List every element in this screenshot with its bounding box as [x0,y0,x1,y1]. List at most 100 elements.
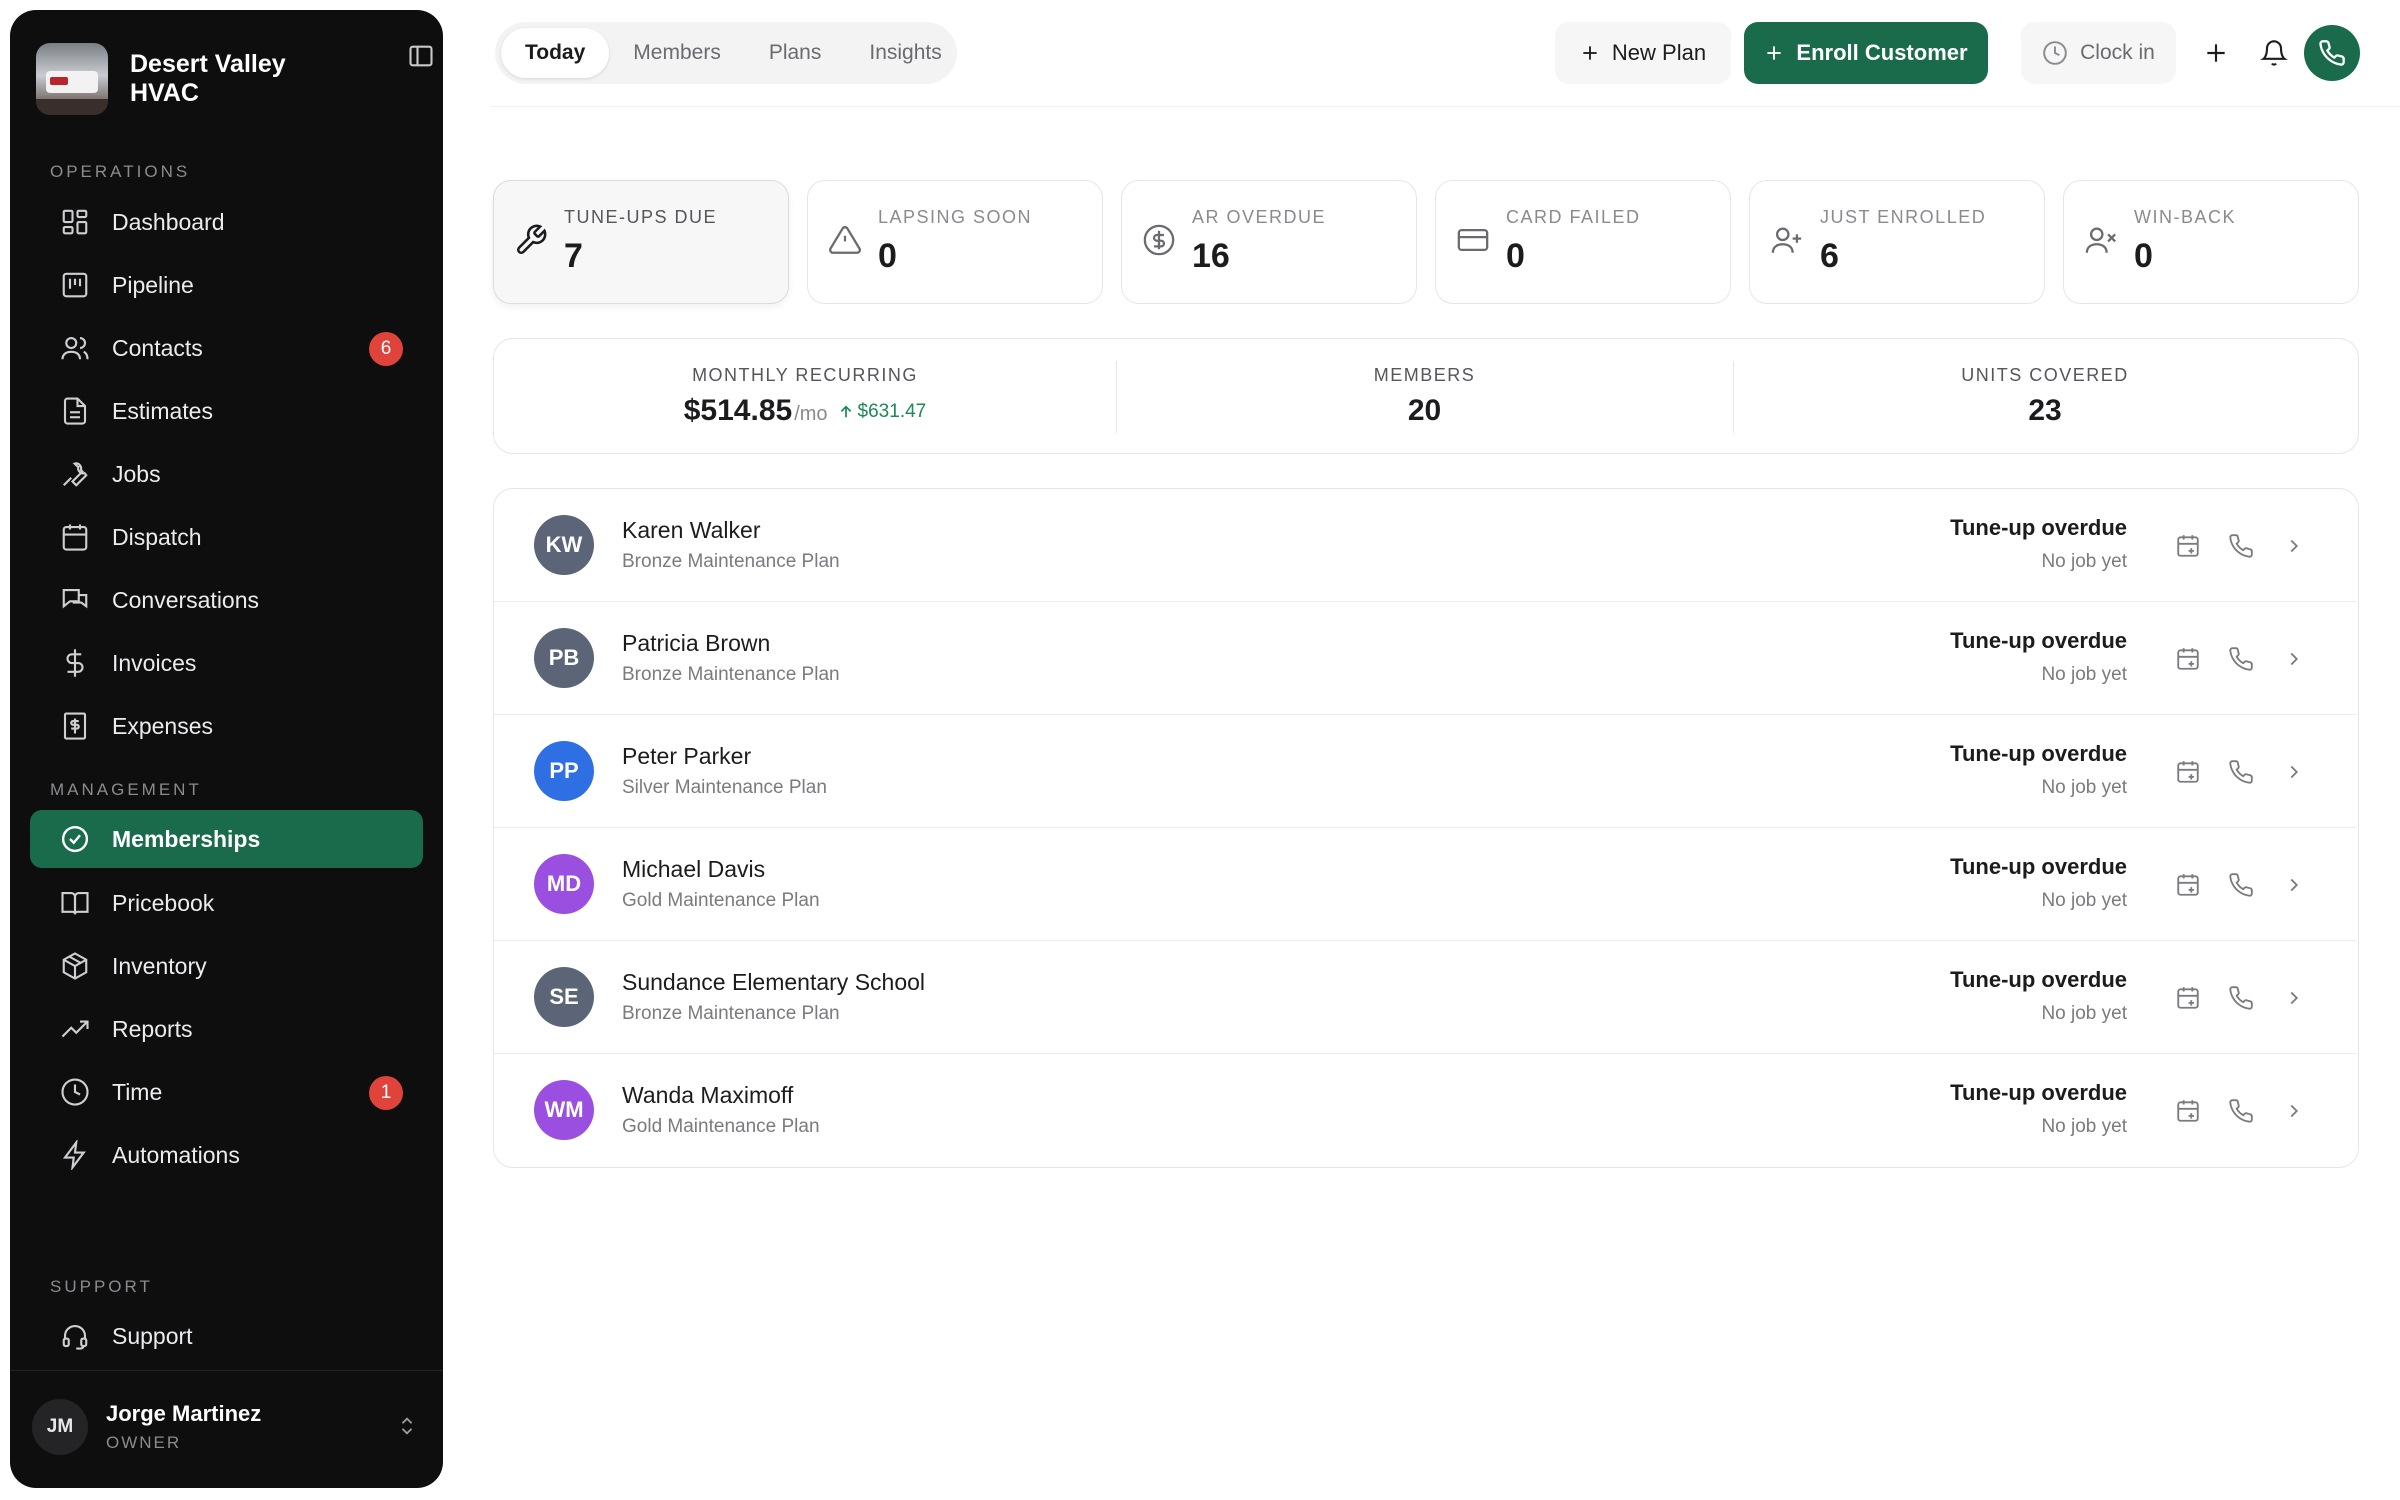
schedule-button[interactable] [2171,868,2205,902]
sidebar-item-contacts[interactable]: Contacts 6 [30,319,423,377]
call-button[interactable] [2224,642,2258,676]
schedule-button[interactable] [2171,755,2205,789]
calendar-plus-icon [2175,646,2201,672]
tab-members[interactable]: Members [609,28,745,78]
clock-in-button[interactable]: Clock in [2021,22,2176,84]
member-name: Patricia Brown [622,630,771,656]
section-label-operations: OPERATIONS [50,162,191,181]
status-subtext: No job yet [2041,664,2127,685]
sidebar-item-label: Invoices [112,649,197,676]
sidebar-item-label: Expenses [112,712,214,739]
list-item[interactable]: KW Karen Walker Bronze Maintenance Plan … [494,489,2357,602]
sidebar-toggle-icon[interactable] [407,42,435,70]
sidebar-item-invoices[interactable]: Invoices [30,634,423,692]
chevron-right-icon [2283,761,2305,783]
schedule-button[interactable] [2171,529,2205,563]
open-member-button[interactable] [2277,755,2311,789]
member-status: Tune-up overdue No job yet [1950,628,2127,686]
stat-card-lapsing-soon[interactable]: LAPSING SOON 0 [807,180,1103,304]
open-member-button[interactable] [2277,1094,2311,1128]
list-item[interactable]: WM Wanda Maximoff Gold Maintenance Plan … [494,1054,2357,1167]
calendar-plus-icon [2175,872,2201,898]
list-item[interactable]: PB Patricia Brown Bronze Maintenance Pla… [494,602,2357,715]
stat-value: 0 [2134,237,2153,275]
status-subtext: No job yet [2041,1116,2127,1137]
sidebar-item-reports[interactable]: Reports [30,1000,423,1058]
sidebar-item-jobs[interactable]: Jobs [30,445,423,503]
sidebar-item-pipeline[interactable]: Pipeline [30,256,423,314]
chevron-right-icon [2283,1100,2305,1122]
member-plan: Silver Maintenance Plan [622,777,827,798]
phone-icon [2228,872,2254,898]
chevron-right-icon [2283,535,2305,557]
plus-icon [1580,43,1600,63]
open-member-button[interactable] [2277,868,2311,902]
member-status: Tune-up overdue No job yet [1950,515,2127,573]
stat-card-just-enrolled[interactable]: JUST ENROLLED 6 [1749,180,2045,304]
stat-value: 0 [1506,237,1525,275]
call-button[interactable] [2224,529,2258,563]
receipt-icon [60,711,90,741]
new-plan-button[interactable]: New Plan [1555,22,1731,84]
tab-today[interactable]: Today [501,28,610,78]
sidebar-item-inventory[interactable]: Inventory [30,937,423,995]
brand-logo [36,43,108,115]
status-text: Tune-up overdue [1950,628,2127,653]
schedule-button[interactable] [2171,981,2205,1015]
sidebar-item-support[interactable]: Support [30,1307,423,1365]
avatar: MD [534,854,594,914]
list-item[interactable]: MD Michael Davis Gold Maintenance Plan T… [494,828,2357,941]
sidebar-item-expenses[interactable]: Expenses [30,697,423,755]
sidebar-item-dashboard[interactable]: Dashboard [30,193,423,251]
sidebar-item-label: Inventory [112,952,207,979]
tab-plans[interactable]: Plans [745,28,846,78]
user-menu[interactable]: JM Jorge Martinez OWNER [32,1382,422,1472]
tab-insights[interactable]: Insights [845,28,965,78]
call-button[interactable] [2224,755,2258,789]
bolt-icon [60,1140,90,1170]
brand[interactable]: Desert Valley HVAC [36,34,422,124]
stat-card-card-failed[interactable]: CARD FAILED 0 [1435,180,1731,304]
sidebar-item-time[interactable]: Time 1 [30,1063,423,1121]
sidebar-item-label: Memberships [112,825,261,852]
enroll-customer-button[interactable]: Enroll Customer [1744,22,1988,84]
member-plan: Gold Maintenance Plan [622,1116,820,1137]
stat-card-win-back[interactable]: WIN-BACK 0 [2063,180,2359,304]
stat-card-tune-ups-due[interactable]: TUNE-UPS DUE 7 [493,180,789,304]
sidebar-divider [10,1370,443,1371]
wrench-icon [60,459,90,489]
phone-icon [2228,1098,2254,1124]
sidebar-item-memberships[interactable]: Memberships [30,810,423,868]
call-button[interactable] [2224,981,2258,1015]
sidebar-item-pricebook[interactable]: Pricebook [30,874,423,932]
quick-add-button[interactable] [2192,22,2240,84]
sidebar-item-estimates[interactable]: Estimates [30,382,423,440]
open-member-button[interactable] [2277,642,2311,676]
list-item[interactable]: SE Sundance Elementary School Bronze Mai… [494,941,2357,1054]
open-member-button[interactable] [2277,529,2311,563]
summary-value: $514.85 [683,393,793,427]
open-member-button[interactable] [2277,981,2311,1015]
schedule-button[interactable] [2171,1094,2205,1128]
sidebar-item-automations[interactable]: Automations [30,1126,423,1184]
sidebar-item-label: Conversations [112,586,260,613]
call-button[interactable] [2224,868,2258,902]
stat-label: JUST ENROLLED [1820,207,1987,227]
topbar-divider [490,106,2400,107]
sidebar-item-label: Support [112,1322,193,1349]
sidebar-item-dispatch[interactable]: Dispatch [30,508,423,566]
summary-unit: /mo [794,402,828,425]
sidebar-item-conversations[interactable]: Conversations [30,571,423,629]
schedule-button[interactable] [2171,642,2205,676]
summary-value: 23 [2028,393,2062,427]
call-button[interactable] [2224,1094,2258,1128]
notifications-button[interactable] [2250,22,2298,84]
credit-card-icon [1456,223,1490,257]
calendar-plus-icon [2175,533,2201,559]
stat-card-ar-overdue[interactable]: AR OVERDUE 16 [1121,180,1417,304]
phone-button[interactable] [2304,25,2360,81]
list-item[interactable]: PP Peter Parker Silver Maintenance Plan … [494,715,2357,828]
section-label-management: MANAGEMENT [50,780,202,799]
section-label-support: SUPPORT [50,1277,153,1296]
calendar-icon [60,522,90,552]
